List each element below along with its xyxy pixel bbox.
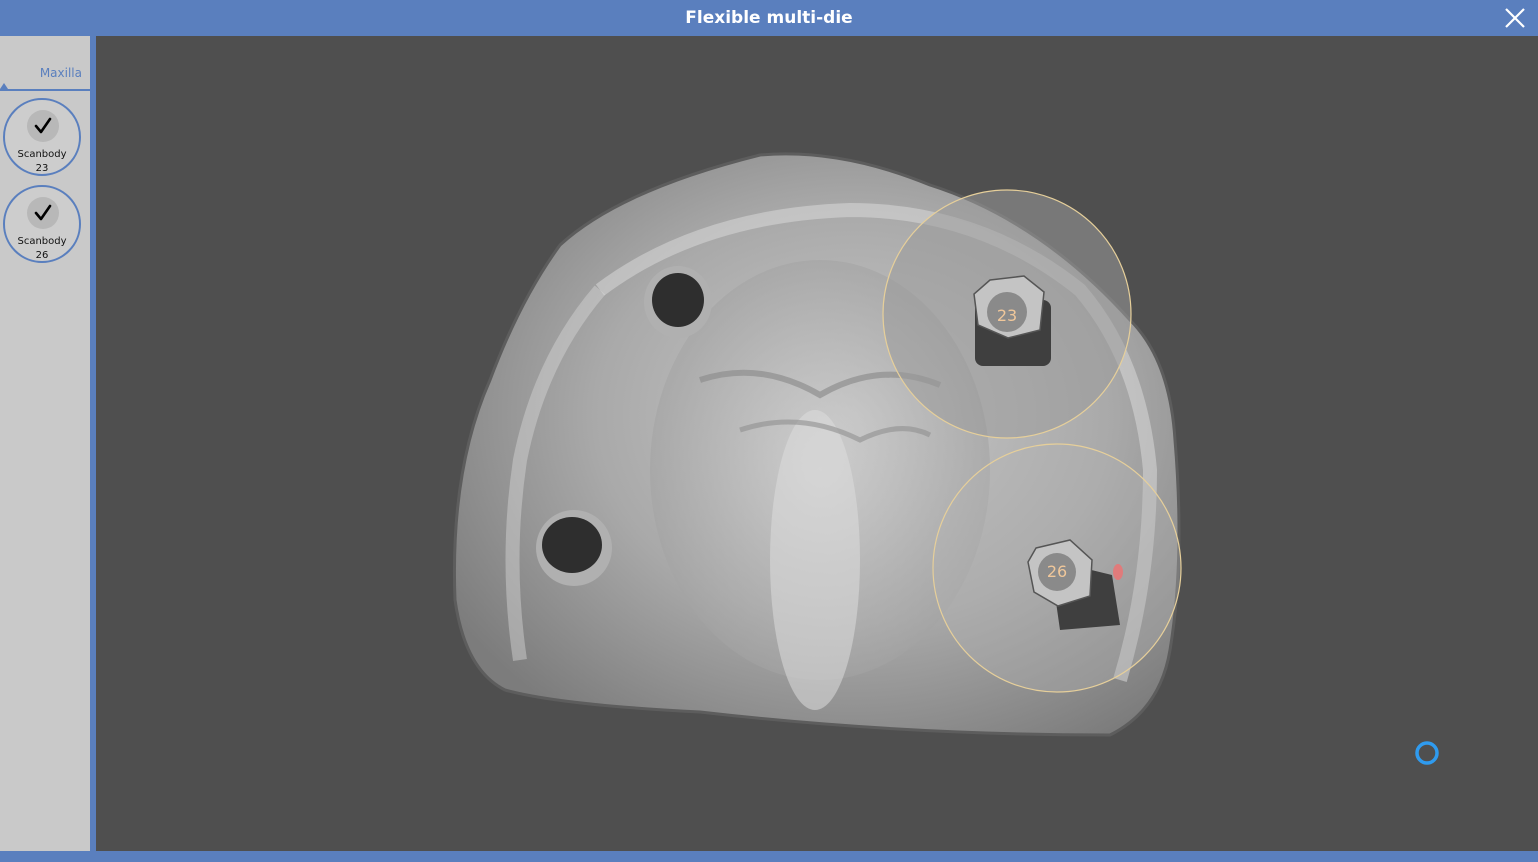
3d-viewport[interactable]: 23 26 <box>96 36 1538 851</box>
loading-spinner-icon <box>1415 741 1439 765</box>
tab-maxilla[interactable]: Maxilla <box>40 66 82 80</box>
tab-underline <box>0 89 90 91</box>
palate-raphe <box>770 410 860 710</box>
scanbody-23-marker[interactable]: 23 <box>882 189 1132 439</box>
scanbody-23-item[interactable]: Scanbody 23 <box>3 98 81 176</box>
close-button[interactable] <box>1502 5 1528 31</box>
scanbody-26-status <box>27 197 59 229</box>
maxilla-model-view[interactable]: 23 26 <box>96 36 1538 851</box>
sidebar: Maxilla Scanbody 23 Scanbody 26 <box>0 36 90 851</box>
scanbody-label: Scanbody 23 <box>17 149 67 174</box>
scanbody-23-number: 23 <box>997 306 1017 325</box>
scanbody-26-number: 26 <box>1047 562 1067 581</box>
scanbody-26-item[interactable]: Scanbody 26 <box>3 185 81 263</box>
close-icon <box>1505 8 1525 28</box>
checkmark-icon <box>34 117 52 134</box>
scanbody-23-status <box>27 110 59 142</box>
implant-hole <box>644 266 712 338</box>
implant-hole <box>536 510 612 586</box>
window-title: Flexible multi-die <box>685 8 853 28</box>
scanbody-26-marker[interactable]: 26 <box>932 443 1182 693</box>
title-bar: Flexible multi-die <box>0 0 1538 36</box>
scanbody-label: Scanbody 26 <box>17 236 67 261</box>
checkmark-icon <box>34 204 52 221</box>
status-bar <box>0 851 1538 862</box>
